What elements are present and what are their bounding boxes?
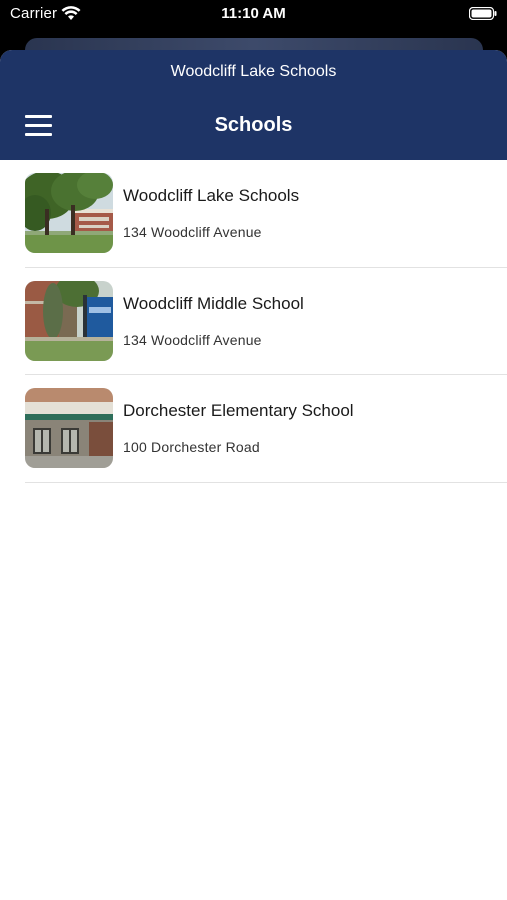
school-address: 134 Woodcliff Avenue [123,224,262,240]
school-name: Woodcliff Lake Schools [123,186,300,205]
school-row-dorchester-elementary-school[interactable]: Dorchester Elementary School 100 Dorches… [0,375,507,483]
school-photo-entrance [25,388,113,468]
school-list: Woodcliff Lake Schools 134 Woodcliff Ave… [0,160,507,483]
school-photo-trees-building [25,173,113,253]
status-bar: Carrier 11:10 AM [0,0,507,30]
status-time: 11:10 AM [221,5,286,22]
school-row-woodcliff-lake-schools[interactable]: Woodcliff Lake Schools 134 Woodcliff Ave… [0,160,507,268]
school-address: 100 Dorchester Road [123,439,260,455]
school-row-woodcliff-middle-school[interactable]: Woodcliff Middle School 134 Woodcliff Av… [0,268,507,376]
schools-sheet: Woodcliff Lake Schools Schools Woodcliff… [0,50,507,900]
district-name: Woodcliff Lake Schools [170,63,337,80]
school-name: Dorchester Elementary School [123,401,354,420]
school-photo-sign [25,280,113,361]
school-name: Woodcliff Middle School [123,293,304,313]
battery-icon [469,7,497,20]
nav-header: Woodcliff Lake Schools Schools [0,50,507,160]
school-address: 134 Woodcliff Avenue [123,331,262,348]
page-title: Schools [214,114,293,136]
